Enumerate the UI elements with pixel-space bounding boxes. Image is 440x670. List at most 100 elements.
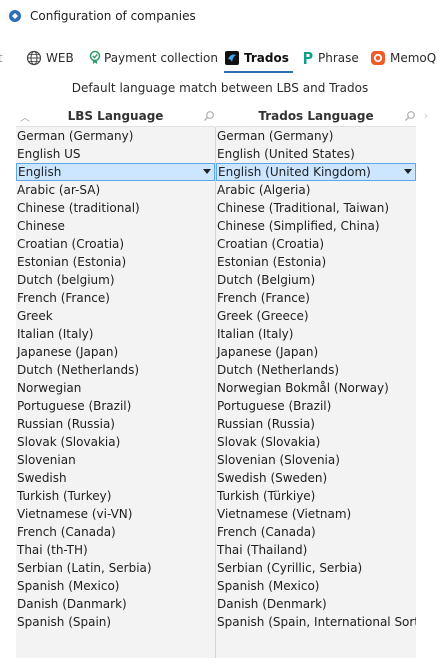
dropdown-arrow-icon[interactable] [404, 169, 412, 174]
lbs-language-cell[interactable]: Turkish (Turkey) [16, 487, 215, 505]
trados-language-cell[interactable]: French (France) [216, 289, 416, 307]
lbs-language-cell[interactable]: Estonian (Estonia) [16, 253, 215, 271]
lbs-language-cell[interactable]: Norwegian [16, 379, 215, 397]
lbs-language-cell[interactable]: Greek [16, 307, 215, 325]
memoq-icon [371, 51, 385, 65]
lbs-language-cell[interactable]: Chinese [16, 217, 215, 235]
lbs-language-cell[interactable]: Russian (Russia) [16, 415, 215, 433]
lbs-language-cell[interactable]: Spanish (Mexico) [16, 577, 215, 595]
tab-web[interactable]: WEB [26, 44, 74, 72]
cell-text: Greek [17, 309, 53, 323]
cell-text: English [18, 165, 62, 179]
lbs-language-cell[interactable]: Spanish (Spain) [16, 613, 215, 631]
cell-text: Spanish (Spain) [17, 615, 112, 629]
lbs-language-cell[interactable]: English [16, 163, 215, 181]
tab-payment-collection[interactable]: Payment collection [88, 44, 218, 72]
vertical-scrollbar[interactable] [418, 106, 438, 658]
cell-text: French (France) [17, 291, 110, 305]
lbs-language-cell[interactable]: French (Canada) [16, 523, 215, 541]
trados-language-cell[interactable]: Spanish (Mexico) [216, 577, 416, 595]
lbs-language-column-header[interactable]: ︿ LBS Language [16, 106, 215, 127]
cell-text: Danish (Danmark) [17, 597, 127, 611]
active-tab-indicator [224, 71, 293, 73]
cell-text: English (United States) [217, 147, 355, 161]
cell-text: Swedish [17, 471, 67, 485]
cell-text: Dutch (Netherlands) [17, 363, 140, 377]
trados-language-cell[interactable]: Dutch (Belgium) [216, 271, 416, 289]
scroll-right-arrow-icon[interactable]: › [424, 111, 428, 122]
trados-language-cell[interactable]: Vietnamese (Vietnam) [216, 505, 416, 523]
trados-language-cell[interactable]: Norwegian Bokmål (Norway) [216, 379, 416, 397]
cell-text: Slovak (Slovakia) [17, 435, 121, 449]
tab-cut-off[interactable]: t [0, 44, 3, 72]
trados-language-cell[interactable]: Slovak (Slovakia) [216, 433, 416, 451]
cell-text: Dutch (belgium) [17, 273, 115, 287]
app-logo-icon [9, 10, 21, 22]
cell-text: Dutch (Netherlands) [217, 363, 340, 377]
trados-language-cell[interactable]: Serbian (Cyrillic, Serbia) [216, 559, 416, 577]
trados-language-cell[interactable]: Arabic (Algeria) [216, 181, 416, 199]
tab-phrase[interactable]: Phrase [302, 44, 359, 72]
trados-language-cell[interactable]: Greek (Greece) [216, 307, 416, 325]
trados-language-column-header[interactable]: Trados Language [216, 106, 416, 127]
cell-text: Greek (Greece) [217, 309, 309, 323]
trados-language-cell[interactable]: Estonian (Estonia) [216, 253, 416, 271]
tab-memoq[interactable]: MemoQ [370, 44, 436, 72]
trados-language-cell[interactable]: Russian (Russia) [216, 415, 416, 433]
trados-language-cell[interactable]: Slovenian (Slovenia) [216, 451, 416, 469]
dropdown-arrow-icon[interactable] [203, 169, 211, 174]
trados-language-cell[interactable]: Spanish (Spain, International Sort [216, 613, 416, 631]
lbs-language-cell[interactable]: Arabic (ar-SA) [16, 181, 215, 199]
trados-language-cell[interactable]: Chinese (Simplified, China) [216, 217, 416, 235]
trados-language-cell[interactable]: Dutch (Netherlands) [216, 361, 416, 379]
cell-text: Chinese (Traditional, Taiwan) [217, 201, 390, 215]
trados-language-cell[interactable]: Chinese (Traditional, Taiwan) [216, 199, 416, 217]
cell-text: Arabic (ar-SA) [17, 183, 101, 197]
title-bar: Configuration of companies [0, 0, 440, 34]
trados-language-cell[interactable]: Japanese (Japan) [216, 343, 416, 361]
lbs-language-cell[interactable]: Croatian (Croatia) [16, 235, 215, 253]
lbs-language-cell[interactable]: Italian (Italy) [16, 325, 215, 343]
lbs-language-cell[interactable]: German (Germany) [16, 127, 215, 145]
trados-language-cell[interactable]: Portuguese (Brazil) [216, 397, 416, 415]
trados-language-cell[interactable]: English (United Kingdom) [216, 163, 416, 181]
lbs-language-cell[interactable]: Swedish [16, 469, 215, 487]
lbs-language-cell[interactable]: Portuguese (Brazil) [16, 397, 215, 415]
trados-language-cell[interactable]: Italian (Italy) [216, 325, 416, 343]
trados-language-cell[interactable]: Croatian (Croatia) [216, 235, 416, 253]
cell-text: Spanish (Mexico) [17, 579, 120, 593]
lbs-language-cell[interactable]: Dutch (belgium) [16, 271, 215, 289]
lbs-language-cell[interactable]: Vietnamese (vi-VN) [16, 505, 215, 523]
lbs-language-cell[interactable]: Chinese (traditional) [16, 199, 215, 217]
lbs-language-cell[interactable]: Serbian (Latin, Serbia) [16, 559, 215, 577]
cell-text: Norwegian Bokmål (Norway) [217, 381, 389, 395]
cell-text: Croatian (Croatia) [217, 237, 325, 251]
cell-text: Vietnamese (Vietnam) [217, 507, 352, 521]
cell-text: Slovenian [17, 453, 76, 467]
lbs-language-cell[interactable]: English US [16, 145, 215, 163]
tab-bar: t WEB Payment collection Trados Phrase M… [0, 44, 440, 73]
cell-text: Thai (Thailand) [217, 543, 308, 557]
trados-language-cell[interactable]: English (United States) [216, 145, 416, 163]
tab-trados[interactable]: Trados [224, 44, 293, 73]
trados-language-cell[interactable]: Turkish (Türkiye) [216, 487, 416, 505]
trados-language-cell[interactable]: German (Germany) [216, 127, 416, 145]
search-icon[interactable] [404, 110, 416, 122]
cell-text: Japanese (Japan) [17, 345, 119, 359]
lbs-language-cell[interactable]: French (France) [16, 289, 215, 307]
trados-language-cell[interactable]: Thai (Thailand) [216, 541, 416, 559]
trados-language-cell[interactable]: Danish (Denmark) [216, 595, 416, 613]
cell-text: Japanese (Japan) [217, 345, 319, 359]
lbs-language-cell[interactable]: Slovenian [16, 451, 215, 469]
lbs-language-cell[interactable]: Thai (th-TH) [16, 541, 215, 559]
cell-text: French (France) [217, 291, 310, 305]
lbs-language-cell[interactable]: Japanese (Japan) [16, 343, 215, 361]
lbs-language-cell[interactable]: Slovak (Slovakia) [16, 433, 215, 451]
cell-text: Italian (Italy) [217, 327, 294, 341]
lbs-language-cell[interactable]: Danish (Danmark) [16, 595, 215, 613]
trados-language-cell[interactable]: Swedish (Sweden) [216, 469, 416, 487]
trados-language-cell[interactable]: French (Canada) [216, 523, 416, 541]
search-icon[interactable] [203, 110, 215, 122]
cell-text: Chinese [17, 219, 65, 233]
lbs-language-cell[interactable]: Dutch (Netherlands) [16, 361, 215, 379]
